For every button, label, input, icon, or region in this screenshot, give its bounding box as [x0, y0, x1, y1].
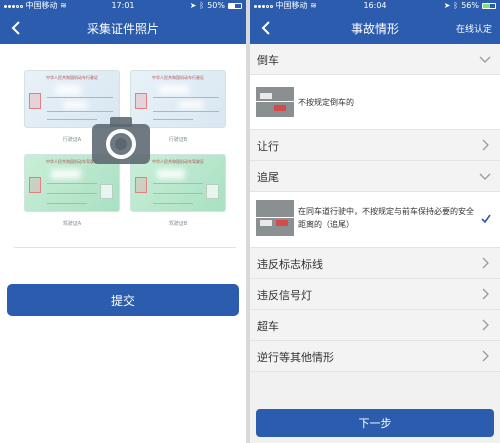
section-wrong-way-other[interactable]: 逆行等其他情形	[250, 341, 500, 372]
option-reversing[interactable]: 不按规定倒车的	[250, 75, 500, 130]
section-overtaking[interactable]: 超车	[250, 310, 500, 341]
section-label: 让行	[257, 140, 279, 153]
seal-mark	[29, 177, 41, 193]
chevron-down-icon	[479, 56, 491, 63]
section-label: 违反信号灯	[257, 289, 312, 302]
section-label: 倒车	[257, 54, 279, 67]
chevron-down-icon	[479, 173, 491, 180]
card-caption: 驾驶证B	[168, 221, 188, 227]
section-sign-violation[interactable]: 违反标志标线	[250, 248, 500, 279]
option-rear-end[interactable]: 在同车道行驶中，不按规定与前车保持必要的安全距离的（追尾）	[250, 192, 500, 248]
scenario-thumbnail	[256, 200, 294, 236]
nav-bar: 事故情形 在线认定	[250, 12, 500, 44]
option-description: 在同车道行驶中，不按规定与前车保持必要的安全距离的（追尾）	[298, 207, 474, 229]
seal-mark	[135, 177, 147, 193]
section-rear-end[interactable]: 追尾	[250, 161, 500, 192]
battery-icon	[228, 3, 242, 9]
status-bar: 中国移动 ≋ 17:01 ➤ ᛒ 50%	[0, 0, 246, 12]
location-icon: ➤	[189, 1, 197, 10]
section-label: 逆行等其他情形	[257, 351, 334, 364]
id-photo	[206, 184, 219, 199]
online-determination-link[interactable]: 在线认定	[456, 22, 492, 35]
section-label: 追尾	[257, 171, 279, 184]
checkmark-icon	[481, 214, 491, 224]
battery-icon	[482, 3, 496, 9]
section-signal-violation[interactable]: 违反信号灯	[250, 279, 500, 310]
divider	[14, 247, 236, 248]
card-caption: 驾驶证A	[62, 221, 82, 227]
bluetooth-icon: ᛒ	[453, 1, 459, 10]
section-yield[interactable]: 让行	[250, 130, 500, 161]
chevron-right-icon	[482, 257, 489, 269]
chevron-right-icon	[482, 350, 489, 362]
section-label: 违反标志标线	[257, 258, 323, 271]
card-heading: 中华人民共和国机动车行驶证	[46, 75, 98, 80]
id-photo	[100, 184, 113, 199]
section-reversing[interactable]: 倒车	[250, 44, 500, 75]
scenario-list: 倒车 不按规定倒车的 让行 追尾 在同车道行驶中，不按规定与前车保持必要的安全距…	[250, 44, 500, 372]
card-heading: 中华人民共和国机动车行驶证	[152, 75, 204, 80]
screenshot-pair: 中国移动 ≋ 17:01 ➤ ᛒ 50% 采集证件照片 中华人民共和国机动车行驶…	[0, 0, 500, 443]
camera-icon[interactable]	[90, 114, 152, 166]
page-title: 采集证件照片	[86, 22, 159, 36]
chevron-right-icon	[482, 139, 489, 151]
nav-bar: 采集证件照片	[0, 12, 246, 44]
seal-mark	[29, 93, 41, 109]
battery-percent: 50%	[207, 1, 225, 10]
bluetooth-icon: ᛒ	[199, 1, 205, 10]
submit-button[interactable]: 提交	[7, 284, 239, 316]
battery-percent: 56%	[461, 1, 479, 10]
location-icon: ➤	[443, 1, 451, 10]
chevron-right-icon	[482, 288, 489, 300]
option-description: 不按规定倒车的	[298, 98, 354, 107]
next-step-button[interactable]: 下一步	[256, 409, 494, 437]
section-label: 超车	[257, 320, 279, 333]
status-bar: 中国移动 ≋ 16:04 ➤ ᛒ 56%	[250, 0, 500, 12]
chevron-right-icon	[482, 319, 489, 331]
scenario-thumbnail	[256, 87, 294, 117]
accident-scenario-screen: 中国移动 ≋ 16:04 ➤ ᛒ 56% 事故情形 在线认定 倒车 不按规定倒车…	[250, 0, 500, 443]
seal-mark	[135, 93, 147, 109]
photo-capture-screen: 中国移动 ≋ 17:01 ➤ ᛒ 50% 采集证件照片 中华人民共和国机动车行驶…	[0, 0, 246, 443]
